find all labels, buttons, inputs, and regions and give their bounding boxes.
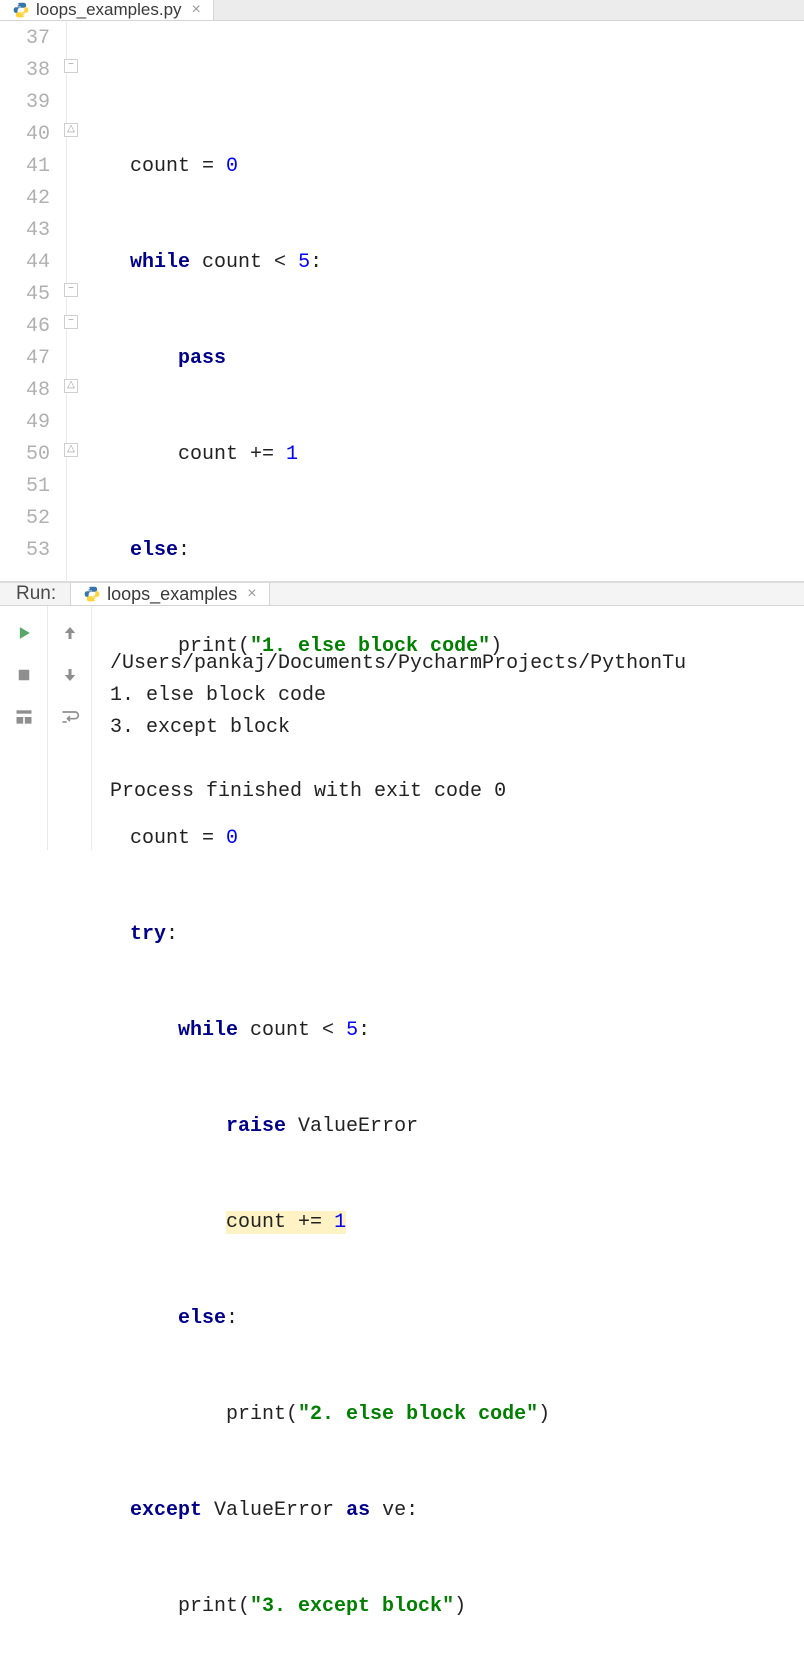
editor-tabbar: loops_examples.py × xyxy=(0,0,804,21)
code-editor[interactable]: 37 38 39 40 41 42 43 44 45 46 47 48 49 5… xyxy=(0,21,804,581)
up-arrow-icon[interactable] xyxy=(57,620,83,646)
down-arrow-icon[interactable] xyxy=(57,662,83,688)
fold-toggle-icon[interactable]: − xyxy=(64,59,78,73)
fold-end-icon[interactable]: △ xyxy=(64,123,78,137)
run-panel-label: Run: xyxy=(0,583,70,605)
run-toolbar-primary xyxy=(0,606,48,850)
editor-tab-loops-examples[interactable]: loops_examples.py × xyxy=(0,0,214,20)
editor-tab-label: loops_examples.py xyxy=(36,0,182,20)
code-area[interactable]: count = 0 while count < 5: pass count +=… xyxy=(82,21,804,581)
fold-toggle-icon[interactable]: − xyxy=(64,315,78,329)
fold-end-icon[interactable]: △ xyxy=(64,379,78,393)
python-file-icon xyxy=(12,1,30,19)
close-icon[interactable]: × xyxy=(192,1,201,19)
soft-wrap-icon[interactable] xyxy=(57,704,83,730)
stop-button[interactable] xyxy=(11,662,37,688)
fold-toggle-icon[interactable]: − xyxy=(64,283,78,297)
fold-end-icon[interactable]: △ xyxy=(64,443,78,457)
fold-gutter: − △ − − △ △ xyxy=(64,21,82,581)
layout-button[interactable] xyxy=(11,704,37,730)
rerun-button[interactable] xyxy=(11,620,37,646)
line-number-gutter: 37 38 39 40 41 42 43 44 45 46 47 48 49 5… xyxy=(0,21,64,581)
